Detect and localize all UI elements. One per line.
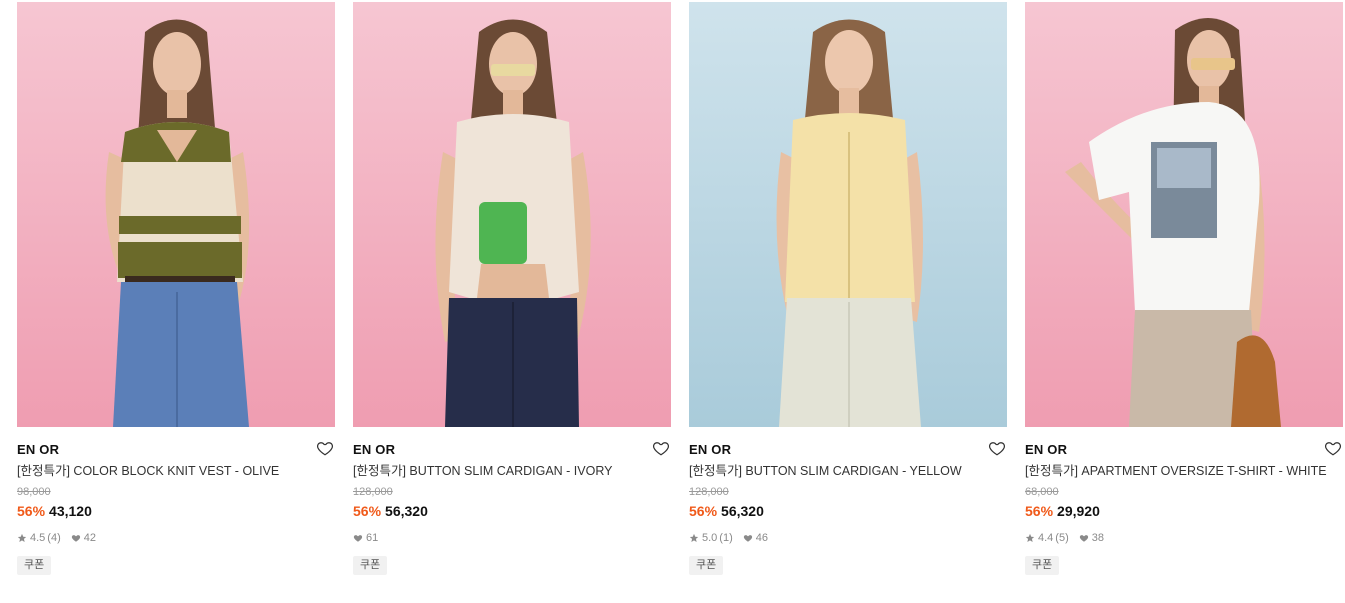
product-card[interactable]: EN OR [한정특가] APARTMENT OVERSIZE T-SHIRT … [1025,2,1343,575]
rating-value: 5.0 [702,532,718,544]
price-row: 56% 56,320 [689,502,1007,520]
review-count: (1) [719,532,733,544]
product-name[interactable]: [한정특가] APARTMENT OVERSIZE T-SHIRT - WHIT… [1025,463,1343,479]
product-image[interactable] [1025,2,1343,427]
brand-row: EN OR [17,439,335,461]
coupon-badge: 쿠폰 [17,556,52,575]
product-name[interactable]: [한정특가] COLOR BLOCK KNIT VEST - OLIVE [17,463,335,479]
sale-price: 56,320 [721,503,764,519]
original-price: 98,000 [17,486,51,498]
heart-icon [1079,533,1089,543]
price-row: 56% 29,920 [1025,502,1343,520]
star-icon [689,533,699,543]
brand-row: EN OR [1025,439,1343,461]
brand-row: EN OR [353,439,671,461]
discount-rate: 56% [1025,503,1054,519]
product-card[interactable]: EN OR [한정특가] BUTTON SLIM CARDIGAN - IVOR… [353,2,671,575]
brand-name[interactable]: EN OR [17,442,59,457]
heart-outline-icon[interactable] [316,439,334,457]
heart-icon [743,533,753,543]
brand-name[interactable]: EN OR [353,442,395,457]
star-icon [1025,533,1035,543]
sale-price: 56,320 [385,503,428,519]
product-stats: 5.0 (1) 46 [689,530,1007,546]
original-price: 128,000 [689,486,729,498]
product-name[interactable]: [한정특가] BUTTON SLIM CARDIGAN - IVORY [353,463,671,479]
rating-value: 4.5 [30,532,46,544]
coupon-badge: 쿠폰 [1025,556,1060,575]
original-price: 68,000 [1025,486,1059,498]
heart-outline-icon[interactable] [1324,439,1342,457]
discount-rate: 56% [689,503,718,519]
coupon-badge: 쿠폰 [689,556,724,575]
like-count: 38 [1091,532,1104,544]
heart-outline-icon[interactable] [652,439,670,457]
heart-icon [353,533,363,543]
product-image[interactable] [689,2,1007,427]
brand-name[interactable]: EN OR [689,442,731,457]
price-row: 56% 56,320 [353,502,671,520]
price-row: 56% 43,120 [17,502,335,520]
brand-name[interactable]: EN OR [1025,442,1067,457]
product-card[interactable]: EN OR [한정특가] BUTTON SLIM CARDIGAN - YELL… [689,2,1007,575]
product-image[interactable] [353,2,671,427]
like-count: 46 [755,532,768,544]
product-stats: 61 [353,530,671,546]
product-grid: EN OR [한정특가] COLOR BLOCK KNIT VEST - OLI… [0,0,1345,603]
heart-outline-icon[interactable] [988,439,1006,457]
rating-value: 4.4 [1038,532,1054,544]
product-image[interactable] [17,2,335,427]
product-stats: 4.5 (4) 42 [17,530,335,546]
sale-price: 43,120 [49,503,92,519]
review-count: (4) [47,532,61,544]
discount-rate: 56% [17,503,46,519]
product-stats: 4.4 (5) 38 [1025,530,1343,546]
discount-rate: 56% [353,503,382,519]
sale-price: 29,920 [1057,503,1100,519]
like-count: 42 [83,532,96,544]
product-card[interactable]: EN OR [한정특가] COLOR BLOCK KNIT VEST - OLI… [17,2,335,575]
heart-icon [71,533,81,543]
coupon-badge: 쿠폰 [353,556,388,575]
review-count: (5) [1055,532,1069,544]
star-icon [17,533,27,543]
like-count: 61 [366,532,379,544]
brand-row: EN OR [689,439,1007,461]
original-price: 128,000 [353,486,393,498]
product-name[interactable]: [한정특가] BUTTON SLIM CARDIGAN - YELLOW [689,463,1007,479]
